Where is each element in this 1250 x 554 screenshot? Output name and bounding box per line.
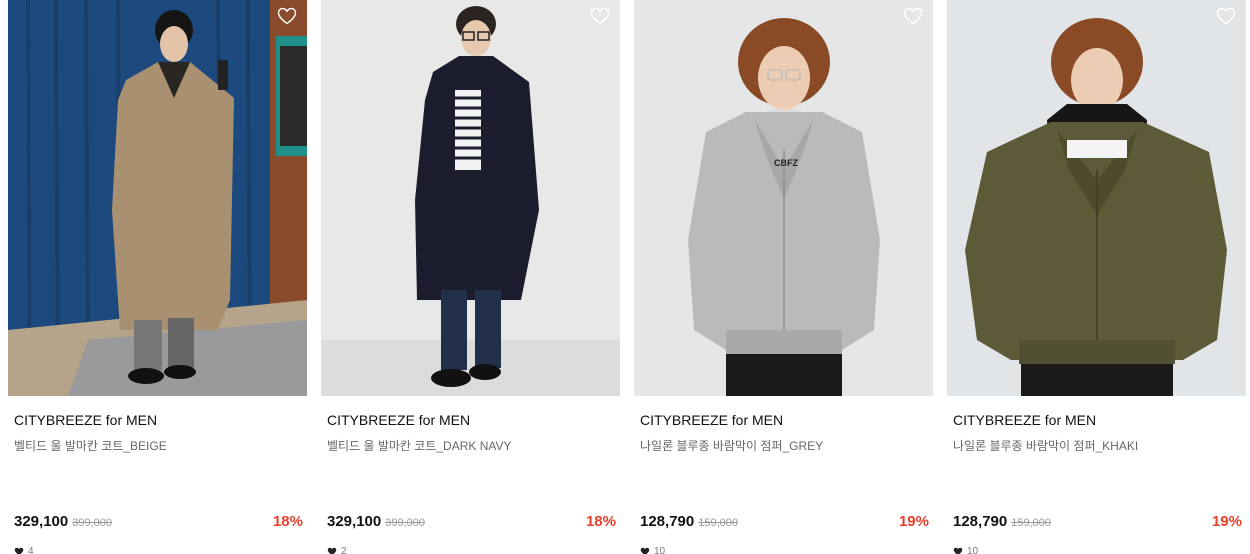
- like-heart-icon: [14, 547, 24, 554]
- sale-price: 128,790: [953, 513, 1008, 530]
- discount-rate: 18%: [272, 513, 303, 530]
- product-card[interactable]: CITYBREEZE for MEN 벨티드 울 발마칸 코트_BEIGE 32…: [8, 0, 307, 554]
- original-price: 159,000: [698, 517, 738, 529]
- product-name[interactable]: 벨티드 울 발마칸 코트_DARK NAVY: [327, 437, 512, 454]
- product-card[interactable]: CBFZ CITYBREEZE for MEN 나일론 블루종 바람막이 점퍼_…: [634, 0, 933, 554]
- original-price: 159,000: [1011, 517, 1051, 529]
- wishlist-heart-icon[interactable]: [1216, 7, 1236, 25]
- product-name[interactable]: 나일론 블루종 바람막이 점퍼_KHAKI: [953, 437, 1138, 454]
- product-card[interactable]: CITYBREEZE for MEN 나일론 블루종 바람막이 점퍼_KHAKI…: [947, 0, 1246, 554]
- product-image[interactable]: [8, 0, 307, 396]
- discount-rate: 18%: [585, 513, 616, 530]
- original-price: 399,000: [385, 517, 425, 529]
- product-price: 128,790 159,000: [953, 513, 1051, 530]
- like-count-value: 2: [341, 546, 347, 554]
- discount-rate: 19%: [898, 513, 929, 530]
- like-count: 10: [640, 546, 665, 554]
- wishlist-heart-icon[interactable]: [277, 7, 297, 25]
- product-brand[interactable]: CITYBREEZE for MEN: [953, 412, 1096, 428]
- product-card[interactable]: CITYBREEZE for MEN 벨티드 울 발마칸 코트_DARK NAV…: [321, 0, 620, 554]
- product-price: 128,790 159,000: [640, 513, 738, 530]
- like-count: 2: [327, 546, 347, 554]
- product-image[interactable]: [321, 0, 620, 396]
- wishlist-heart-icon[interactable]: [590, 7, 610, 25]
- like-count-value: 4: [28, 546, 34, 554]
- original-price: 399,000: [72, 517, 112, 529]
- product-brand[interactable]: CITYBREEZE for MEN: [640, 412, 783, 428]
- product-price: 329,100 399,000: [327, 513, 425, 530]
- wishlist-heart-icon[interactable]: [903, 7, 923, 25]
- product-image[interactable]: CBFZ: [634, 0, 933, 396]
- like-count: 10: [953, 546, 978, 554]
- like-count: 4: [14, 546, 34, 554]
- like-heart-icon: [640, 547, 650, 554]
- sale-price: 329,100: [14, 513, 69, 530]
- like-count-value: 10: [967, 546, 979, 554]
- like-heart-icon: [953, 547, 963, 554]
- product-name[interactable]: 나일론 블루종 바람막이 점퍼_GREY: [640, 437, 823, 454]
- svg-text:CBFZ: CBFZ: [774, 158, 798, 168]
- product-price: 329,100 399,000: [14, 513, 112, 530]
- product-image[interactable]: [947, 0, 1246, 396]
- product-name[interactable]: 벨티드 울 발마칸 코트_BEIGE: [14, 437, 167, 454]
- like-count-value: 10: [654, 546, 666, 554]
- product-grid: CITYBREEZE for MEN 벨티드 울 발마칸 코트_BEIGE 32…: [8, 0, 1246, 554]
- product-brand[interactable]: CITYBREEZE for MEN: [327, 412, 470, 428]
- like-heart-icon: [327, 547, 337, 554]
- product-brand[interactable]: CITYBREEZE for MEN: [14, 412, 157, 428]
- discount-rate: 19%: [1211, 513, 1242, 530]
- sale-price: 128,790: [640, 513, 695, 530]
- sale-price: 329,100: [327, 513, 382, 530]
